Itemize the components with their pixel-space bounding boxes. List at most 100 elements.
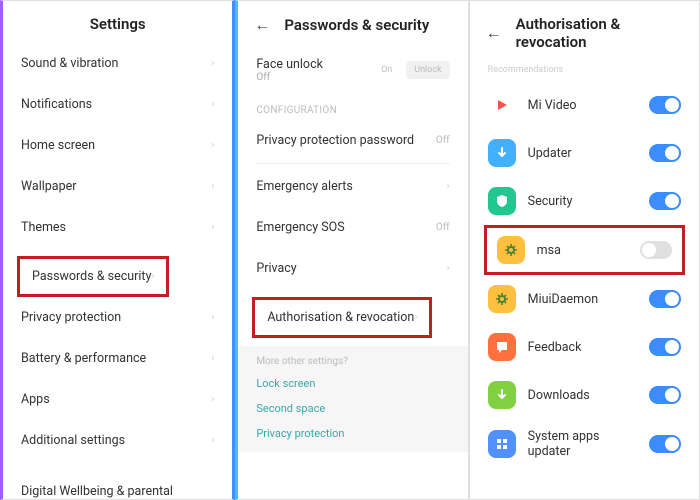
back-icon[interactable]: ←: [486, 23, 502, 43]
item-label: Privacy protection password: [256, 133, 414, 148]
chevron-right-icon: ›: [211, 312, 214, 323]
apps-icon: [488, 430, 516, 458]
app-label: Feedback: [528, 340, 637, 355]
app-label: msa: [537, 243, 628, 258]
header: ← Authorisation & revocation: [470, 1, 699, 61]
list-item[interactable]: Emergency SOSOff: [238, 207, 467, 248]
toggle[interactable]: [649, 435, 681, 453]
list-item[interactable]: Apps ›: [3, 379, 232, 420]
extra-link[interactable]: Privacy protection: [238, 421, 467, 446]
back-icon[interactable]: ←: [254, 15, 270, 35]
list-item[interactable]: Themes ›: [3, 207, 232, 248]
item-label: Home screen: [21, 138, 95, 153]
highlight-box: msa: [484, 225, 685, 275]
header: ← Passwords & security: [238, 1, 467, 45]
chevron-right-icon: ›: [211, 140, 214, 151]
app-row: System apps updater: [470, 419, 699, 469]
list-item[interactable]: Digital Wellbeing & parental controls: [3, 471, 232, 499]
list-item[interactable]: Additional settings ›: [3, 420, 232, 461]
item-label: Apps: [21, 392, 50, 407]
app-label: MiuiDaemon: [528, 292, 637, 307]
page-title: Passwords & security: [284, 16, 429, 34]
toggle[interactable]: [640, 241, 672, 259]
chevron-right-icon: ›: [211, 353, 214, 364]
security-screen: ← Passwords & security Face unlock Off O…: [235, 0, 468, 500]
page-title: Authorisation & revocation: [516, 15, 683, 51]
app-row: Updater: [470, 129, 699, 177]
item-label: Digital Wellbeing & parental controls: [21, 484, 214, 499]
highlight-box: Authorisation & revocation›: [252, 297, 432, 338]
chevron-right-icon: ›: [211, 435, 214, 446]
list-item[interactable]: Privacy protection ›: [3, 297, 232, 338]
item-label: Wallpaper: [21, 179, 76, 194]
item-label: Emergency SOS: [256, 220, 344, 235]
app-label: Security: [528, 194, 637, 209]
list-item[interactable]: Home screen ›: [3, 125, 232, 166]
item-label: Authorisation & revocation: [267, 310, 414, 325]
apps-list: Mi Video Updater Security msa MiuiDaemon Feed…: [470, 81, 699, 499]
settings-screen: Settings Sound & vibration› Notification…: [0, 0, 235, 500]
toggle[interactable]: [649, 338, 681, 356]
revocation-screen: ← Authorisation & revocation Recommendat…: [469, 0, 700, 500]
list-item[interactable]: Sound & vibration ›: [3, 43, 232, 84]
list-item[interactable]: Notifications›: [3, 84, 232, 125]
authorisation-revocation-item[interactable]: Authorisation & revocation›: [255, 300, 429, 335]
chevron-right-icon: ›: [414, 312, 417, 323]
section-label: Recommendations: [470, 61, 699, 81]
extra-label: More other settings?: [238, 352, 467, 371]
down-icon: [488, 139, 516, 167]
app-label: Downloads: [528, 388, 637, 403]
extra-section: More other settings? Lock screen Second …: [238, 346, 467, 452]
highlight-box: Passwords & security›: [17, 256, 169, 297]
app-row: Downloads: [470, 371, 699, 419]
list-item[interactable]: Emergency alerts ›: [238, 166, 467, 207]
app-row: Mi Video: [470, 81, 699, 129]
chevron-right-icon: ›: [211, 181, 214, 192]
segment-unlock[interactable]: Unlock: [406, 61, 449, 79]
play-icon: [488, 91, 516, 119]
chevron-right-icon: ›: [447, 263, 450, 274]
toggle[interactable]: [649, 290, 681, 308]
item-label: Privacy: [256, 261, 296, 276]
shield-icon: [488, 187, 516, 215]
item-label: Additional settings: [21, 433, 125, 448]
section-label: Configuration: [238, 95, 467, 120]
segment-on[interactable]: On: [373, 61, 400, 79]
face-unlock-row[interactable]: Face unlock Off On Unlock: [238, 45, 467, 95]
app-row: msa: [487, 228, 682, 272]
passwords-security-item[interactable]: Passwords & security›: [20, 259, 166, 294]
item-label: Themes: [21, 220, 66, 235]
toggle[interactable]: [649, 144, 681, 162]
down-icon: [488, 381, 516, 409]
list-item[interactable]: Privacy protection password Off: [238, 120, 467, 161]
item-label: Passwords & security: [32, 269, 151, 284]
extra-link[interactable]: Second space: [238, 396, 467, 421]
list-item[interactable]: Privacy ›: [238, 248, 467, 289]
item-sub: Off: [256, 72, 323, 83]
item-label: Sound & vibration: [21, 56, 118, 71]
item-label: Privacy protection: [21, 310, 121, 325]
toggle[interactable]: [649, 96, 681, 114]
app-label: Mi Video: [528, 98, 637, 113]
extra-link[interactable]: Lock screen: [238, 371, 467, 396]
chat-icon: [488, 333, 516, 361]
segmented-control: On Unlock: [373, 61, 450, 79]
app-row: MiuiDaemon: [470, 275, 699, 323]
app-label: System apps updater: [528, 429, 637, 459]
item-label: Face unlock: [256, 57, 323, 72]
chevron-right-icon: ›: [211, 99, 214, 110]
list-item[interactable]: Wallpaper ›: [3, 166, 232, 207]
list-item[interactable]: Battery & performance ›: [3, 338, 232, 379]
chevron-right-icon: ›: [211, 58, 214, 69]
item-label: Battery & performance: [21, 351, 146, 366]
chevron-right-icon: ›: [211, 222, 214, 233]
item-label: Emergency alerts: [256, 179, 352, 194]
chevron-right-icon: ›: [447, 181, 450, 192]
toggle[interactable]: [649, 386, 681, 404]
app-row: Feedback: [470, 323, 699, 371]
item-value: Off: [436, 135, 450, 146]
gear-icon: [488, 285, 516, 313]
toggle[interactable]: [649, 192, 681, 210]
app-label: Updater: [528, 146, 637, 161]
chevron-right-icon: ›: [211, 394, 214, 405]
